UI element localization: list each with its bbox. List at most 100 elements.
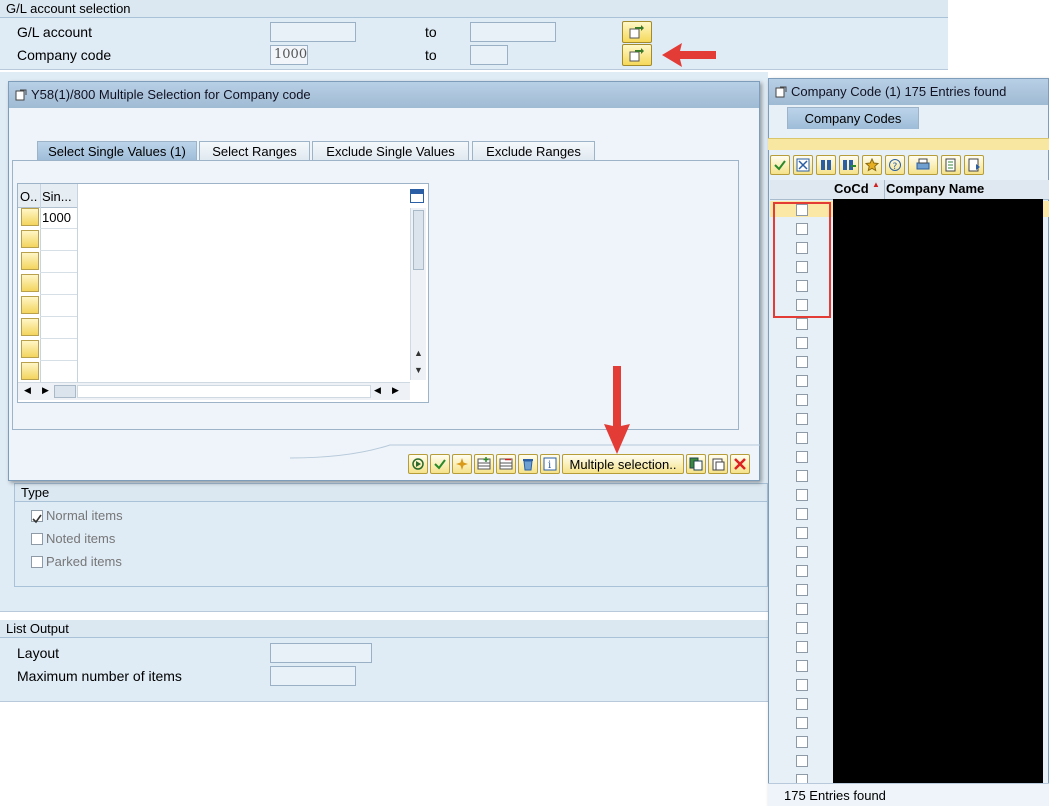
company-code-label: Company code (17, 47, 112, 63)
row-selector[interactable] (21, 274, 39, 292)
row-checkbox[interactable] (796, 413, 808, 425)
type-group: Type (14, 483, 768, 587)
multiple-selection-title-bar: Y58(1)/800 Multiple Selection for Compan… (9, 82, 759, 108)
single-value-cell[interactable]: 1000 (42, 210, 71, 225)
row-checkbox[interactable] (796, 432, 808, 444)
gl-account-to-input[interactable] (470, 22, 556, 42)
row-checkbox[interactable] (796, 565, 808, 577)
red-arrow-down-annotation (604, 366, 630, 454)
row-checkbox[interactable] (796, 660, 808, 672)
sort-asc-icon: ▲ (872, 180, 880, 189)
company-code-multiple-selection-button[interactable] (622, 44, 652, 66)
row-checkbox[interactable] (796, 375, 808, 387)
row-checkbox[interactable] (796, 717, 808, 729)
noted-items-checkbox[interactable] (31, 533, 43, 545)
row-checkbox[interactable] (796, 508, 808, 520)
row-checkbox[interactable] (796, 603, 808, 615)
row-checkbox[interactable] (796, 641, 808, 653)
cancel-icon[interactable] (730, 454, 750, 474)
row-checkbox[interactable] (796, 394, 808, 406)
scroll-up-icon[interactable]: ▲ (414, 348, 423, 358)
delete-row-icon[interactable] (496, 454, 516, 474)
normal-items-checkbox[interactable] (31, 510, 43, 524)
row-checkbox[interactable] (796, 546, 808, 558)
info-icon[interactable]: i (540, 454, 560, 474)
check-icon[interactable] (770, 155, 790, 175)
window-icon (15, 89, 27, 101)
list-output-title: List Output (0, 620, 768, 638)
column-header-company-name[interactable]: Company Name (886, 181, 984, 196)
find-icon[interactable] (816, 155, 836, 175)
row-checkbox[interactable] (796, 736, 808, 748)
row-selector[interactable] (21, 362, 39, 380)
scroll-down-icon[interactable]: ▼ (414, 365, 423, 375)
gl-group-title: G/L account selection (0, 0, 948, 18)
wizard-icon[interactable] (452, 454, 472, 474)
favorite-icon[interactable] (862, 155, 882, 175)
row-checkbox[interactable] (796, 622, 808, 634)
row-checkbox[interactable] (796, 584, 808, 596)
company-code-from-input[interactable]: 1000 (270, 45, 308, 65)
row-selector[interactable] (21, 318, 39, 336)
row-selector[interactable] (21, 208, 39, 226)
parked-items-checkbox[interactable] (31, 556, 43, 568)
window-icon (775, 86, 787, 98)
row-checkbox[interactable] (796, 698, 808, 710)
multiple-selection-button[interactable]: Multiple selection.. (562, 454, 684, 474)
row-selector[interactable] (21, 340, 39, 358)
row-checkbox[interactable] (796, 451, 808, 463)
horizontal-scrollbar[interactable]: ◀ ▶ ◀ ▶ (18, 382, 410, 400)
copy-icon[interactable] (686, 454, 706, 474)
restrict-icon[interactable] (793, 155, 813, 175)
row-checkbox[interactable] (796, 489, 808, 501)
layout-label: Layout (17, 645, 60, 661)
row-selector[interactable] (21, 296, 39, 314)
scroll-left-icon[interactable]: ◀ (374, 385, 381, 396)
find-next-icon[interactable] (839, 155, 859, 175)
scroll-right-icon[interactable]: ▶ (392, 385, 399, 396)
row-checkbox[interactable] (796, 337, 808, 349)
gl-account-label: G/L account (17, 24, 92, 40)
row-checkbox[interactable] (796, 679, 808, 691)
column-header-option[interactable]: O.. (20, 189, 37, 204)
scroll-right-icon[interactable]: ▶ (42, 385, 49, 396)
details-icon[interactable] (964, 155, 984, 175)
print-icon[interactable] (908, 155, 938, 175)
row-checkbox[interactable] (796, 356, 808, 368)
tab-company-codes[interactable]: Company Codes (787, 107, 919, 129)
row-checkbox[interactable] (796, 527, 808, 539)
row-selector[interactable] (21, 252, 39, 270)
gl-account-from-input[interactable] (270, 22, 356, 42)
company-code-toolbar: ? (770, 155, 984, 175)
row-selector[interactable] (21, 230, 39, 248)
max-items-input[interactable] (270, 666, 356, 686)
execute-icon[interactable] (408, 454, 428, 474)
insert-row-icon[interactable] (474, 454, 494, 474)
company-code-to-input[interactable] (470, 45, 508, 65)
scroll-thumb[interactable] (413, 210, 424, 270)
row-checkbox[interactable] (796, 318, 808, 330)
paste-icon[interactable] (708, 454, 728, 474)
gl-multiple-selection-button[interactable] (622, 21, 652, 43)
tab-select-single-values[interactable]: Select Single Values (1) (37, 141, 197, 161)
column-header-single-value[interactable]: Sin... (42, 189, 72, 204)
red-highlight-box-annotation (773, 202, 831, 318)
column-divider (884, 180, 885, 200)
vertical-scrollbar[interactable]: ▲ ▼ (410, 208, 426, 380)
row-checkbox[interactable] (796, 755, 808, 767)
entries-found-label: 175 Entries found (784, 788, 886, 803)
tab-exclude-ranges[interactable]: Exclude Ranges (472, 141, 595, 161)
column-header-cocd[interactable]: CoCd (834, 181, 869, 196)
scroll-left-icon[interactable]: ◀ (24, 385, 31, 396)
export-icon[interactable] (941, 155, 961, 175)
tab-exclude-single-values[interactable]: Exclude Single Values (312, 141, 469, 161)
arrow-right-icon (629, 48, 644, 62)
layout-input[interactable] (270, 643, 372, 663)
table-settings-icon[interactable] (410, 189, 424, 203)
scroll-thumb[interactable] (54, 385, 76, 398)
row-checkbox[interactable] (796, 470, 808, 482)
help-icon[interactable]: ? (885, 155, 905, 175)
tab-select-ranges[interactable]: Select Ranges (199, 141, 310, 161)
check-icon[interactable] (430, 454, 450, 474)
trash-icon[interactable] (518, 454, 538, 474)
